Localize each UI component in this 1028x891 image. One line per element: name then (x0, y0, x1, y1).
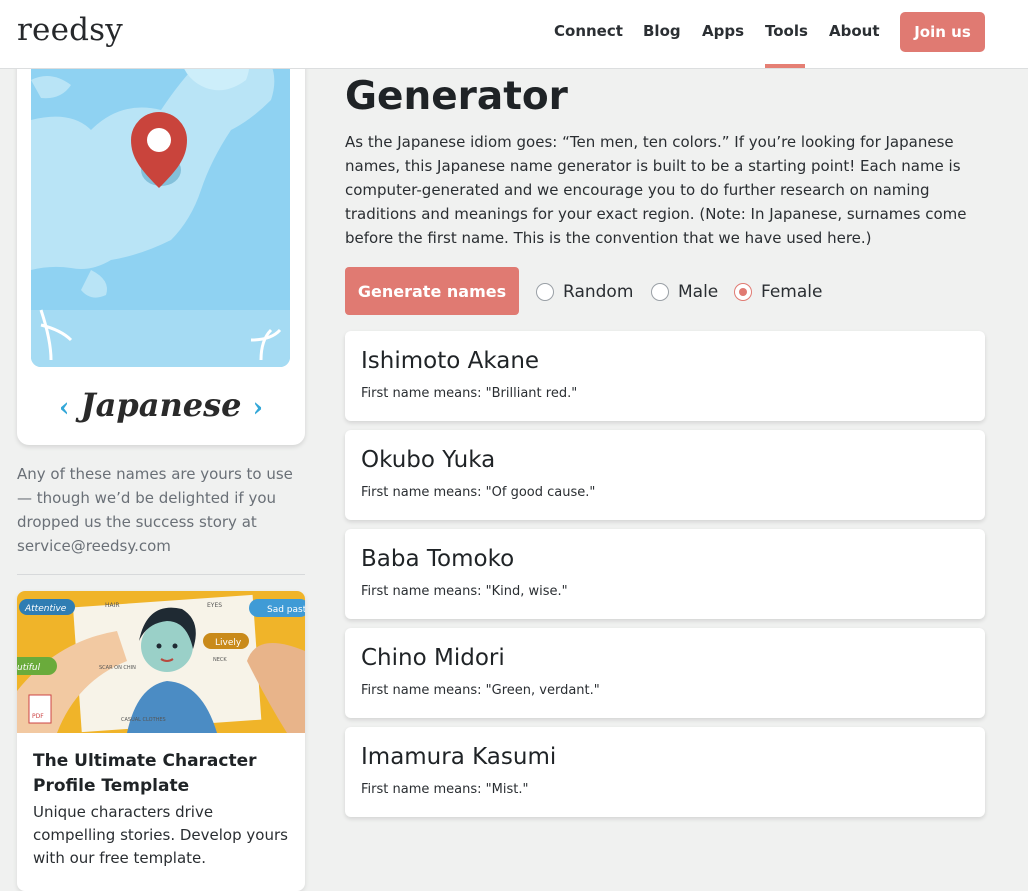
radio-female-label[interactable]: Female (761, 282, 822, 302)
generated-name: Okubo Yuka (361, 447, 496, 473)
generated-name: Chino Midori (361, 645, 505, 671)
chevron-left-icon[interactable]: ‹ (59, 393, 69, 423)
nav-tools[interactable]: Tools (765, 22, 808, 40)
name-meaning: First name means: "Brilliant red." (361, 386, 578, 401)
svg-text:NECK: NECK (213, 657, 227, 663)
radio-random-label[interactable]: Random (563, 282, 633, 302)
name-meaning: First name means: "Green, verdant." (361, 683, 600, 698)
radio-female-circle[interactable] (734, 283, 752, 301)
generated-name: Imamura Kasumi (361, 744, 557, 770)
promo-title[interactable]: The Ultimate Character Profile Template (33, 749, 283, 799)
character-profile-illustration: Attentive HAIR EYES Sad past Lively SCAR… (17, 591, 305, 733)
language-name: Japanese (80, 386, 242, 424)
name-card: Chino Midori First name means: "Green, v… (345, 628, 985, 718)
radio-male-label[interactable]: Male (678, 282, 718, 302)
svg-text:SCAR ON CHIN: SCAR ON CHIN (99, 665, 136, 671)
svg-text:utiful: utiful (17, 663, 41, 673)
radio-random-circle[interactable] (536, 283, 554, 301)
svg-text:Sad past: Sad past (267, 605, 305, 615)
page-title: Generator (345, 74, 568, 119)
name-meaning: First name means: "Of good cause." (361, 485, 596, 500)
language-selector: ‹ Japanese › (17, 386, 305, 424)
character-template-card[interactable]: Attentive HAIR EYES Sad past Lively SCAR… (17, 591, 305, 891)
chevron-right-icon[interactable]: › (253, 393, 263, 423)
nav-connect[interactable]: Connect (554, 22, 623, 40)
name-card: Ishimoto Akane First name means: "Brilli… (345, 331, 985, 421)
join-us-button[interactable]: Join us (900, 12, 985, 52)
radio-male-circle[interactable] (651, 283, 669, 301)
intro-text: As the Japanese idiom goes: “Ten men, te… (345, 133, 967, 247)
language-card: ‹ Japanese › (17, 40, 305, 445)
nav-blog[interactable]: Blog (643, 22, 681, 40)
svg-text:PDF: PDF (32, 713, 44, 720)
promo-description: Unique characters drive compelling stori… (33, 803, 288, 867)
generated-name: Ishimoto Akane (361, 348, 540, 374)
top-navigation-bar: reedsy Connect Blog Apps Tools About Joi… (0, 0, 1028, 69)
name-meaning: First name means: "Mist." (361, 782, 529, 797)
svg-text:Attentive: Attentive (24, 604, 67, 614)
svg-text:EYES: EYES (207, 602, 222, 609)
nav-apps[interactable]: Apps (702, 22, 744, 40)
nav-about[interactable]: About (829, 22, 880, 40)
svg-text:HAIR: HAIR (105, 602, 120, 609)
name-card: Imamura Kasumi First name means: "Mist." (345, 727, 985, 817)
svg-text:Lively: Lively (215, 638, 242, 648)
name-card: Baba Tomoko First name means: "Kind, wis… (345, 529, 985, 619)
generate-names-button[interactable]: Generate names (345, 267, 519, 315)
japan-map-image (31, 40, 290, 367)
radio-random[interactable]: Random (536, 281, 633, 303)
generated-name: Baba Tomoko (361, 546, 515, 572)
name-meaning: First name means: "Kind, wise." (361, 584, 568, 599)
active-nav-indicator (765, 64, 805, 68)
usage-note: Any of these names are yours to use — th… (17, 465, 293, 555)
sidebar-divider (17, 574, 305, 575)
svg-text:CASUAL CLOTHES: CASUAL CLOTHES (121, 717, 166, 723)
radio-male[interactable]: Male (651, 281, 718, 303)
reedsy-logo[interactable]: reedsy (17, 12, 123, 48)
radio-female[interactable]: Female (734, 281, 822, 303)
name-card: Okubo Yuka First name means: "Of good ca… (345, 430, 985, 520)
